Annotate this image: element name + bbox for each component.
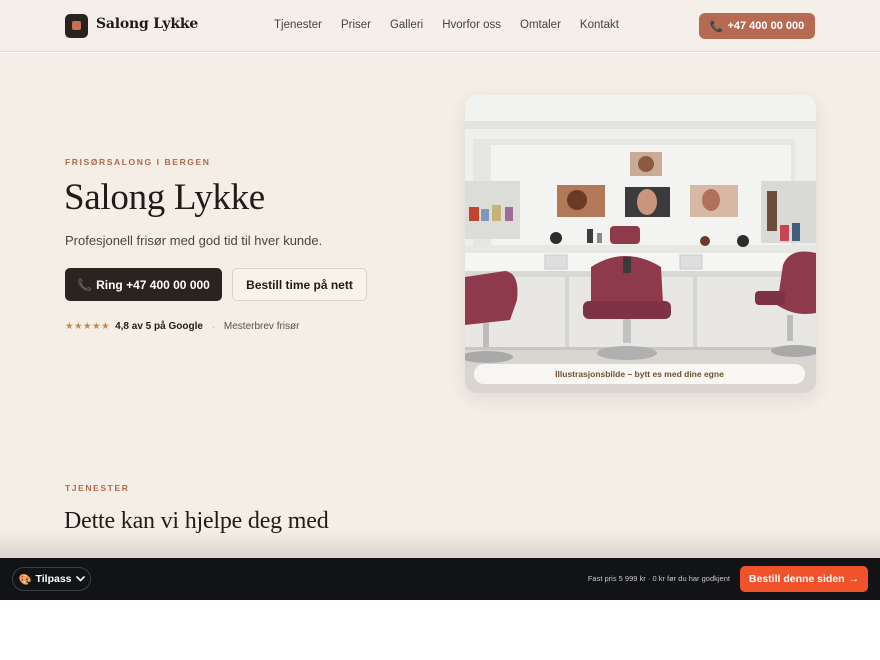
phone-icon: 📞 xyxy=(77,277,93,292)
customize-label: Tilpass xyxy=(35,573,72,585)
rating-separator: · xyxy=(211,321,215,332)
salon-photo: Illustrasjonsbilde – bytt es med dine eg… xyxy=(465,95,816,393)
image-caption: Illustrasjonsbilde – bytt es med dine eg… xyxy=(474,364,805,384)
certification-note: Mesterbrev frisør xyxy=(223,321,300,332)
phone-icon: 📞 xyxy=(709,20,724,33)
salon-interior-illustration xyxy=(465,95,816,393)
order-page-button[interactable]: Bestill denne siden → xyxy=(740,566,868,592)
bottom-action-bar: 🎨 Tilpass Fast pris 5 999 kr · 0 kr før … xyxy=(0,558,880,600)
header-call-button[interactable]: 📞 +47 400 00 000 xyxy=(699,13,815,39)
call-button[interactable]: 📞 Ring +47 400 00 000 xyxy=(65,268,222,301)
order-page-label: Bestill denne siden xyxy=(748,573,845,585)
hero-subtitle: Profesjonell frisør med god tid til hver… xyxy=(65,233,323,248)
bar-shadow xyxy=(0,530,880,558)
price-note: Fast pris 5 999 kr · 0 kr før du har god… xyxy=(587,574,730,583)
rating-row: ★★★★★ 4,8 av 5 på Google · Mesterbrev fr… xyxy=(65,321,299,332)
palette-icon: 🎨 xyxy=(18,573,32,586)
call-button-label: Ring +47 400 00 000 xyxy=(96,277,210,292)
nav-item-omtaler[interactable]: Omtaler xyxy=(520,19,561,31)
nav-item-tjenester[interactable]: Tjenester xyxy=(274,19,322,31)
hero-eyebrow: FRISØRSALONG I BERGEN xyxy=(65,157,211,167)
chevron-down-icon xyxy=(75,576,85,582)
arrow-right-icon: → xyxy=(848,573,860,585)
rating-text: 4,8 av 5 på Google xyxy=(115,321,203,332)
star-rating-icon: ★★★★★ xyxy=(65,321,111,332)
logo-icon[interactable] xyxy=(65,14,88,38)
book-online-button[interactable]: Bestill time på nett xyxy=(232,268,367,301)
hero-section: FRISØRSALONG I BERGEN Salong Lykke Profe… xyxy=(0,53,880,558)
header-call-label: +47 400 00 000 xyxy=(727,20,805,32)
services-eyebrow: TJENESTER xyxy=(65,483,130,493)
nav-item-hvorfor-oss[interactable]: Hvorfor oss xyxy=(442,19,501,31)
site-header: Salong Lykke Tjenester Priser Galleri Hv… xyxy=(0,0,880,52)
nav-item-kontakt[interactable]: Kontakt xyxy=(580,19,619,31)
customize-button[interactable]: 🎨 Tilpass xyxy=(12,567,91,591)
nav-item-priser[interactable]: Priser xyxy=(341,19,371,31)
nav-item-galleri[interactable]: Galleri xyxy=(390,19,423,31)
main-nav: Tjenester Priser Galleri Hvorfor oss Omt… xyxy=(274,19,619,31)
brand-name[interactable]: Salong Lykke xyxy=(96,16,198,32)
hero-title: Salong Lykke xyxy=(64,177,265,218)
